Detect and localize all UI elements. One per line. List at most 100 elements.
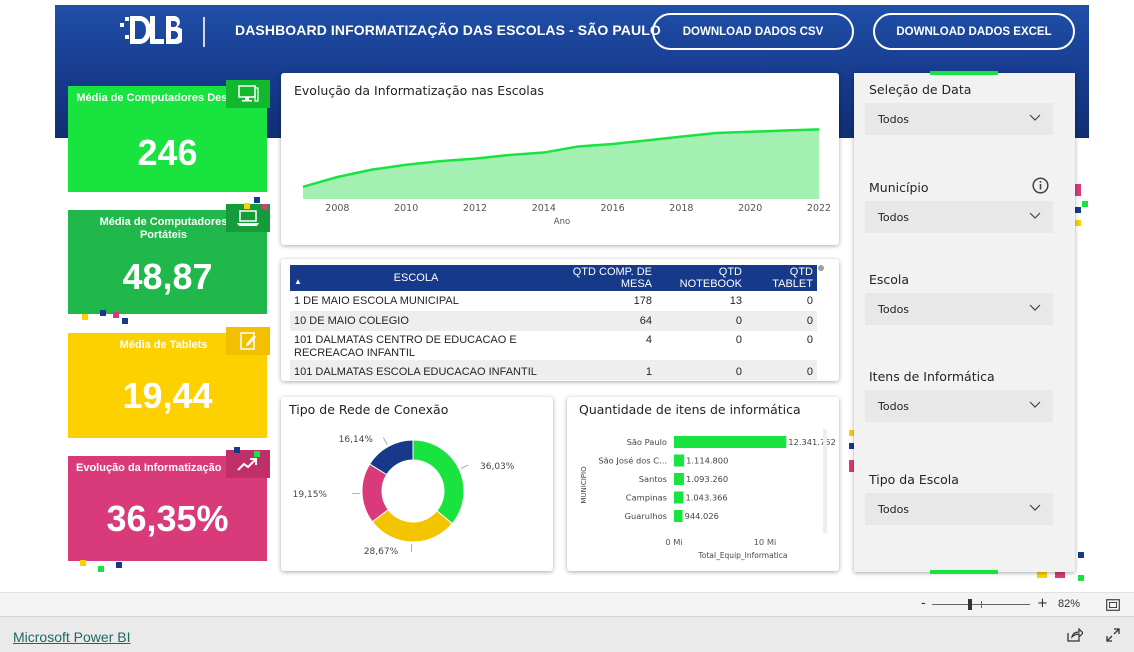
kpi-value: 48,87 — [122, 256, 213, 297]
kpi-card-tablets: Média de Tablets 19,44 — [68, 327, 270, 438]
kpi-value: 246 — [137, 132, 198, 173]
donut-data-label: 16,14% — [339, 435, 374, 445]
decor-square — [122, 318, 128, 324]
filter-dropdown-itens[interactable]: Todos — [865, 390, 1053, 422]
decor-square — [1075, 207, 1081, 213]
donut-slice — [371, 508, 453, 543]
decor-square — [1037, 572, 1047, 578]
download-excel-button[interactable]: DOWNLOAD DADOS EXCEL — [873, 13, 1075, 50]
bar-value-label: 944.026 — [685, 511, 719, 521]
cell-escola: 1 DE MAIO ESCOLA MUNICIPAL — [294, 295, 459, 307]
info-icon[interactable] — [1032, 177, 1049, 194]
filter-value: Todos — [878, 112, 910, 126]
power-bi-link[interactable]: Microsoft Power BI — [13, 629, 130, 645]
zoom-slider-thumb[interactable] — [968, 599, 972, 610]
chevron-down-icon — [1029, 401, 1041, 408]
col-header-escola[interactable]: ▲ ESCOLA — [290, 272, 542, 286]
chevron-down-icon — [1029, 504, 1041, 511]
cell-escola: 101 DALMATAS CENTRO DE EDUCACAO E RECREA… — [294, 334, 517, 359]
cell-notebook: 0 — [735, 315, 742, 327]
bar-scrollbar[interactable] — [823, 429, 827, 533]
decor-square — [82, 314, 88, 320]
decor-square — [244, 203, 250, 209]
x-axis-label: Ano — [554, 217, 570, 227]
decor-square — [1082, 201, 1088, 207]
filter-value: Todos — [878, 502, 910, 516]
col-header-desktop[interactable]: QTD COMP. DE MESA — [542, 266, 656, 290]
filter-dropdown-municipio[interactable]: Todos — [865, 201, 1053, 233]
kpi-label: Média de Computadores Portáteis — [99, 216, 228, 241]
col-header-notebook[interactable]: QTD NOTEBOOK — [656, 266, 746, 290]
zoom-out-button[interactable]: - — [921, 596, 926, 611]
zoom-level: 82% — [1058, 598, 1081, 610]
cell-desktop: 1 — [645, 366, 652, 378]
decor-square — [113, 312, 119, 318]
decor-square — [254, 451, 260, 457]
kpi-label: Média de Tablets — [119, 339, 208, 351]
table-row[interactable]: 101 DALMATAS ESCOLA EDUCACAO INFANTIL 1 … — [290, 360, 817, 380]
col-header-tablet[interactable]: QTD TABLET — [746, 266, 817, 290]
x-tick-label: 2022 — [807, 203, 831, 214]
bar-value-label: 1.093.260 — [686, 474, 728, 484]
x-tick-label: 2018 — [669, 203, 693, 214]
bar — [674, 473, 684, 485]
decor-square — [98, 566, 104, 572]
donut-leader-line — [460, 464, 469, 469]
cell-desktop: 178 — [633, 295, 652, 307]
dashboard-title: DASHBOARD INFORMATIZAÇÃO DAS ESCOLAS - S… — [235, 22, 661, 38]
bar-category-label: Campinas — [626, 493, 667, 503]
table-header: ▲ ESCOLA QTD COMP. DE MESA QTD NOTEBOOK … — [290, 265, 817, 291]
bar-value-label: 1.114.800 — [686, 456, 728, 466]
share-icon[interactable] — [1067, 628, 1083, 642]
decor-square — [116, 562, 122, 568]
area-chart-panel: Evolução da Informatização nas Escolas 2… — [281, 73, 839, 245]
chevron-down-icon — [1029, 304, 1041, 311]
cell-tablet: 0 — [806, 295, 813, 307]
bar — [674, 510, 683, 522]
table-scrollbar[interactable] — [818, 265, 824, 271]
sort-asc-icon[interactable]: ▲ — [294, 277, 302, 286]
download-csv-button[interactable]: DOWNLOAD DADOS CSV — [652, 13, 854, 50]
filter-dropdown-date[interactable]: Todos — [865, 103, 1053, 135]
decor-square — [254, 197, 260, 203]
bar — [674, 454, 685, 467]
filter-value: Todos — [878, 210, 910, 224]
x-axis-label: Total_Equip_Informatica — [698, 551, 788, 560]
cell-tablet: 0 — [806, 315, 813, 327]
donut-data-label: 36,03% — [480, 462, 515, 472]
x-tick-label: 2012 — [463, 203, 487, 214]
y-axis-label: MUNICIPIO — [580, 466, 588, 504]
cell-tablet: 0 — [806, 366, 813, 378]
donut-leader-line — [383, 437, 388, 445]
x-tick-label: 2008 — [325, 203, 349, 214]
cell-tablet: 0 — [806, 334, 813, 346]
fullscreen-icon[interactable] — [1106, 628, 1120, 642]
filter-label-itens: Itens de Informática — [869, 369, 995, 384]
cell-notebook: 0 — [735, 366, 742, 378]
x-tick-label: 10 Mi — [754, 537, 777, 547]
chevron-down-icon — [1029, 212, 1041, 219]
fit-to-page-icon[interactable] — [1106, 599, 1120, 611]
table-row[interactable]: 1 DE MAIO ESCOLA MUNICIPAL 178 13 0 — [290, 291, 817, 311]
donut-panel: Tipo de Rede de Conexão 36,03% 28,67% 19,1… — [281, 397, 553, 571]
area-fill — [303, 129, 819, 199]
desktop-icon — [226, 80, 270, 108]
kpi-value: 19,44 — [122, 375, 213, 416]
zoom-bar: - + 82% — [0, 592, 1134, 616]
bar-category-label: Guarulhos — [625, 511, 667, 521]
filter-dropdown-escola[interactable]: Todos — [865, 293, 1053, 325]
table-row[interactable]: 101 DALMATAS CENTRO DE EDUCACAO E RECREA… — [290, 331, 817, 360]
filter-value: Todos — [878, 302, 910, 316]
area-chart: 2008 2010 2012 2014 2016 2018 2020 2022 Ano — [302, 128, 831, 227]
zoom-in-button[interactable]: + — [1037, 596, 1048, 611]
zoom-slider-tick — [981, 601, 982, 608]
bar-category-label: São José dos C... — [598, 456, 667, 466]
decor-square — [1075, 220, 1081, 226]
x-tick-label: 0 Mi — [665, 537, 682, 547]
decor-square — [234, 447, 240, 453]
header-divider — [203, 17, 205, 47]
filter-value: Todos — [878, 399, 910, 413]
filter-panel-accent-bottom — [930, 570, 998, 574]
table-row[interactable]: 10 DE MAIO COLEGIO 64 0 0 — [290, 311, 817, 331]
filter-dropdown-tipo[interactable]: Todos — [865, 493, 1053, 525]
